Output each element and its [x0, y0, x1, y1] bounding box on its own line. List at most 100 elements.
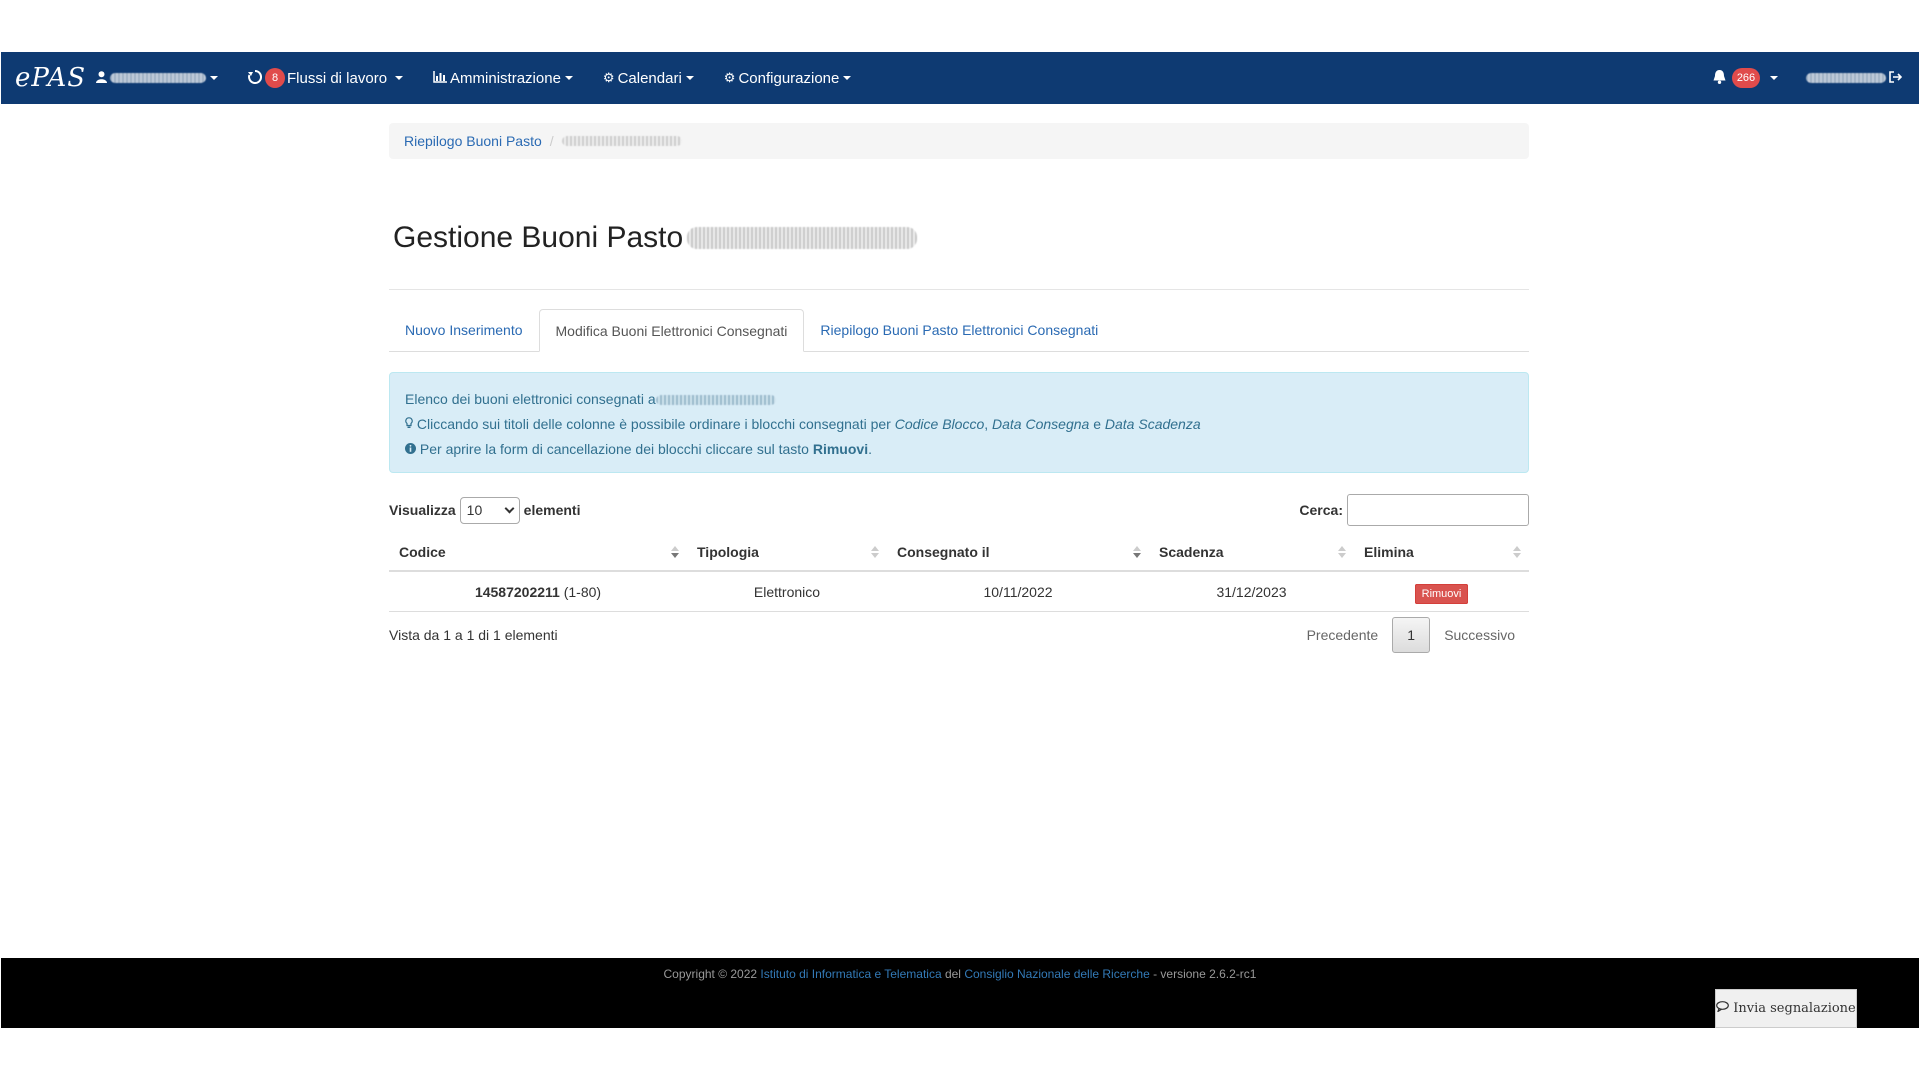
footer-link-institute[interactable]: Istituto di Informatica e Telematica [760, 967, 941, 981]
admin-label: Amministrazione [450, 69, 561, 87]
logout-icon [1889, 70, 1903, 86]
alert-period: . [868, 441, 872, 457]
table-header: Codice Tipologia Consegnato il Scadenza … [389, 534, 1529, 572]
workflows-label: Flussi di lavoro [287, 69, 388, 87]
config-menu[interactable]: ⚙ Configurazione [724, 52, 852, 104]
show-label: Visualizza [389, 502, 456, 518]
alert-sep: , [984, 416, 993, 432]
col-header-delivered[interactable]: Consegnato il [887, 533, 1149, 571]
chevron-down-icon [564, 76, 573, 80]
top-navbar: ePAS 8 Flussi di lavoro Amministrazione … [1, 52, 1919, 104]
alert-line-3-text: Per aprire la form di cancellazione dei … [419, 441, 813, 457]
pagination-next[interactable]: Successivo [1430, 627, 1529, 643]
sort-icon [1338, 546, 1346, 558]
redacted-username [110, 73, 206, 83]
breadcrumb-separator: / [549, 133, 554, 149]
calendars-menu[interactable]: ⚙ Calendari [603, 52, 694, 104]
redacted-account [1806, 73, 1886, 83]
col-header-delivered-label: Consegnato il [897, 544, 990, 560]
pagination: Precedente 1 Successivo [1293, 617, 1529, 653]
cell-code: 14587202211 (1-80) [389, 584, 687, 600]
page-title: Gestione Buoni Pasto [389, 218, 1529, 258]
sort-icon [871, 546, 879, 558]
admin-menu[interactable]: Amministrazione [433, 52, 573, 104]
alert-line-3: Per aprire la form di cancellazione dei … [405, 437, 1513, 462]
pagination-prev[interactable]: Precedente [1293, 627, 1393, 643]
alert-line-2: Cliccando sui titoli delle colonne è pos… [405, 412, 1513, 437]
page-length-select[interactable]: 10 [459, 496, 520, 524]
tab-bar: Nuovo Inserimento Modifica Buoni Elettro… [389, 309, 1529, 352]
footer-link-cnr[interactable]: Consiglio Nazionale delle Ricerche [964, 967, 1149, 981]
info-circle-icon [405, 441, 420, 457]
tab-new-entry[interactable]: Nuovo Inserimento [389, 309, 539, 351]
sort-icon [1513, 546, 1521, 558]
col-header-code[interactable]: Codice [389, 533, 687, 571]
divider [389, 289, 1529, 290]
user-menu[interactable] [96, 52, 218, 104]
page-title-text: Gestione Buoni Pasto [393, 221, 684, 254]
breadcrumb-link[interactable]: Riepilogo Buoni Pasto [404, 133, 542, 149]
report-issue-button[interactable]: Invia segnalazione [1715, 989, 1857, 1028]
footer-copyright: Copyright © 2022 [663, 967, 761, 981]
page-length-value: 10 [466, 502, 483, 518]
redacted-breadcrumb-current [561, 136, 682, 146]
alert-col-expiry: Data Scadenza [1104, 416, 1201, 432]
search-input[interactable] [1347, 494, 1529, 526]
report-issue-label: Invia segnalazione [1733, 1001, 1856, 1016]
workflows-badge: 8 [265, 68, 285, 88]
user-icon [96, 70, 107, 86]
bell-icon [1713, 69, 1726, 87]
chevron-down-icon [210, 76, 218, 80]
col-header-delete[interactable]: Elimina [1354, 533, 1529, 571]
alert-col-delivery: Data Consegna [992, 416, 1090, 432]
cell-delete: Rimuovi [1354, 583, 1529, 604]
pagination-page-1[interactable]: 1 [1392, 617, 1431, 653]
redacted-recipient [655, 395, 776, 406]
chat-icon [1716, 1001, 1730, 1016]
remove-button[interactable]: Rimuovi [1414, 583, 1469, 604]
info-alert: Elenco dei buoni elettronici consegnati … [389, 372, 1529, 473]
vouchers-table: Codice Tipologia Consegnato il Scadenza … [389, 534, 1529, 612]
col-header-code-label: Codice [399, 544, 446, 560]
tab-summary-delivered[interactable]: Riepilogo Buoni Pasto Elettronici Conseg… [804, 309, 1114, 351]
alert-line-2-text: Cliccando sui titoli delle colonne è pos… [416, 416, 895, 432]
block-code: 14587202211 [474, 583, 560, 600]
alert-remove-keyword: Rimuovi [812, 441, 869, 457]
cell-delivered: 10/11/2022 [983, 583, 1053, 600]
recycle-icon [248, 69, 263, 87]
notifications-menu[interactable]: 266 [1713, 52, 1778, 104]
table-footer: Vista da 1 a 1 di 1 elementi Precedente … [389, 616, 1529, 654]
footer-version: - versione 2.6.2-rc1 [1149, 967, 1257, 981]
chevron-down-icon [395, 76, 404, 80]
search-label: Cerca: [1299, 502, 1343, 518]
col-header-type-label: Tipologia [697, 544, 759, 560]
col-header-expiry[interactable]: Scadenza [1149, 533, 1354, 571]
cell-expiry: 31/12/2023 [1216, 583, 1287, 600]
notifications-badge: 266 [1732, 68, 1760, 88]
sort-icon [1133, 546, 1141, 558]
block-range: (1-80) [563, 583, 602, 600]
chevron-down-icon [504, 503, 515, 513]
lightbulb-icon [405, 416, 417, 432]
col-header-expiry-label: Scadenza [1159, 544, 1224, 560]
col-header-type[interactable]: Tipologia [687, 533, 887, 571]
gear-icon: ⚙ [602, 70, 615, 85]
workflows-menu[interactable]: 8 Flussi di lavoro [248, 52, 404, 104]
calendars-label: Calendari [617, 69, 682, 87]
bar-chart-icon [433, 70, 448, 86]
logout-link[interactable] [1806, 52, 1905, 104]
tab-edit-delivered[interactable]: Modifica Buoni Elettronici Consegnati [538, 309, 805, 352]
gear-icon: ⚙ [723, 70, 736, 85]
alert-sep: e [1089, 416, 1105, 432]
alert-col-code: Codice Blocco [894, 416, 985, 432]
redacted-person-name [687, 227, 918, 249]
page-footer: Copyright © 2022 Istituto di Informatica… [1, 958, 1919, 1028]
chevron-down-icon [685, 76, 694, 80]
navbar-right: 266 [1713, 52, 1919, 104]
table-info: Vista da 1 a 1 di 1 elementi [389, 627, 558, 643]
elements-label: elementi [523, 502, 581, 518]
col-header-delete-label: Elimina [1364, 544, 1414, 560]
chevron-down-icon [1770, 76, 1778, 80]
brand-logo[interactable]: ePAS [15, 63, 85, 93]
cell-type: Elettronico [753, 583, 821, 600]
